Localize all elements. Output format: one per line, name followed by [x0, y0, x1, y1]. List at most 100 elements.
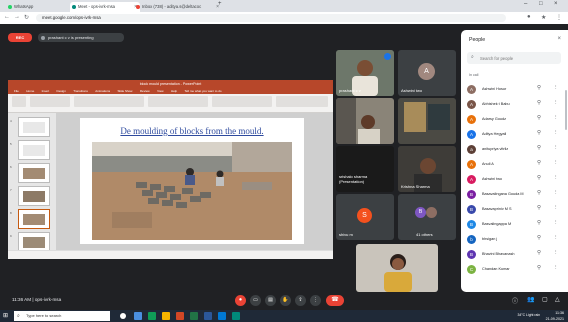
more-options-icon[interactable]: ⋮	[553, 175, 559, 181]
activities-icon[interactable]: △	[555, 296, 560, 303]
mic-off-icon[interactable]: ⚲	[537, 220, 541, 226]
word-icon[interactable]	[204, 312, 212, 320]
video-tile[interactable]	[336, 98, 394, 144]
list-item[interactable]: A Abhishek t Babu ⚲ ⋮	[467, 97, 567, 112]
present-button[interactable]: ⇪	[295, 295, 306, 306]
mic-off-icon[interactable]: ⚲	[537, 190, 541, 196]
more-options-icon[interactable]: ⋮	[553, 160, 559, 166]
list-item[interactable]: B Basavapriniv M S ⚲ ⋮	[467, 202, 567, 217]
mic-toggle-button[interactable]: ⏺	[235, 295, 246, 306]
chat-icon[interactable]: ▢	[542, 296, 548, 303]
more-options-icon[interactable]: ⋮	[553, 250, 559, 256]
mic-off-icon[interactable]: ⚲	[537, 100, 541, 106]
mic-off-icon[interactable]: ⚲	[537, 145, 541, 151]
list-item[interactable]: C Chandan Kumar ⚲ ⋮	[467, 262, 567, 277]
new-tab-button[interactable]: +	[218, 1, 222, 7]
slide-thumbnail[interactable]	[18, 163, 50, 183]
more-options-icon[interactable]: ⋮	[553, 190, 559, 196]
menu-dots-icon[interactable]: ⋮	[556, 14, 562, 21]
video-tile[interactable]: A Ashwini two	[398, 50, 456, 96]
forward-icon[interactable]: →	[14, 14, 20, 20]
ppt-menu-item: View	[157, 89, 164, 93]
mic-off-icon[interactable]: ⚲	[537, 205, 541, 211]
slide-thumbnail[interactable]	[18, 117, 50, 137]
powerpoint-icon[interactable]	[176, 312, 184, 320]
taskbar-search[interactable]: ⌕ Type here to search	[14, 311, 110, 321]
task-view-icon[interactable]	[134, 312, 142, 320]
more-options-icon[interactable]: ⋮	[553, 220, 559, 226]
more-options-button[interactable]: ⋮	[310, 295, 321, 306]
chrome-icon[interactable]	[148, 312, 156, 320]
mic-off-icon[interactable]: ⚲	[537, 250, 541, 256]
more-options-icon[interactable]: ⋮	[553, 130, 559, 136]
slide-thumbnail[interactable]	[18, 232, 50, 252]
close-window-icon[interactable]: ×	[554, 1, 558, 7]
slide-thumbnail[interactable]	[18, 186, 50, 206]
mic-off-icon[interactable]: ⚲	[537, 115, 541, 121]
excel-icon[interactable]	[190, 312, 198, 320]
slide-thumbnail[interactable]	[18, 140, 50, 160]
mic-off-icon[interactable]: ⚲	[537, 175, 541, 181]
mic-off-icon[interactable]: ⚲	[537, 130, 541, 136]
reload-icon[interactable]: ↻	[24, 14, 29, 21]
list-item[interactable]: B Bhavini Bhavanash ⚲ ⋮	[467, 247, 567, 262]
list-item[interactable]: B Basvalingappa M ⚲ ⋮	[467, 217, 567, 232]
video-tile[interactable]: Krishna Sharma	[398, 146, 456, 192]
extensions-icon[interactable]: ★	[541, 14, 546, 21]
presenting-indicator[interactable]: prashant c v is presenting	[38, 33, 124, 42]
cortana-icon[interactable]	[120, 313, 126, 319]
mic-off-icon[interactable]: ⚲	[537, 160, 541, 166]
more-options-icon[interactable]: ⋮	[553, 265, 559, 271]
windows-start-icon[interactable]: ⊞	[3, 312, 11, 320]
browser-tab-meet[interactable]: Meet - ops-ivrk-msa ×	[70, 2, 140, 12]
pin-icon[interactable]	[384, 53, 391, 60]
list-item[interactable]: B Basavalingana Gouda M ⚲ ⋮	[467, 187, 567, 202]
self-video-tile[interactable]	[356, 244, 438, 292]
edge-icon[interactable]	[218, 312, 226, 320]
back-icon[interactable]: ←	[4, 14, 10, 20]
slide-thumbnail-selected[interactable]	[18, 209, 50, 229]
mic-off-icon[interactable]: ⚲	[537, 265, 541, 271]
camera-icon[interactable]: ●	[527, 14, 531, 20]
weather-status[interactable]: 34°C Light rain	[518, 313, 540, 317]
minimize-icon[interactable]: –	[524, 1, 527, 7]
video-tile[interactable]: S shivu m	[336, 194, 394, 240]
more-options-icon[interactable]: ⋮	[553, 205, 559, 211]
list-item[interactable]: A Aditya Hegyall ⚲ ⋮	[467, 127, 567, 142]
search-icon: ⌕	[17, 313, 20, 319]
search-input[interactable]	[480, 54, 558, 62]
url-field[interactable]: meet.google.com/ops-ivrk-msa	[36, 14, 506, 22]
video-tile[interactable]: prashant c v	[336, 50, 394, 96]
mic-off-icon[interactable]: ⚲	[537, 235, 541, 241]
more-options-icon[interactable]: ⋮	[553, 115, 559, 121]
close-icon[interactable]: ×	[557, 36, 561, 42]
end-call-button[interactable]: ☎	[326, 295, 344, 306]
maximize-icon[interactable]: □	[539, 1, 543, 7]
more-options-icon[interactable]: ⋮	[553, 85, 559, 91]
person-name: Ashwini two	[482, 177, 503, 181]
video-tile[interactable]	[398, 98, 456, 144]
list-item[interactable]: a anitupriya vitrilz ⚲ ⋮	[467, 142, 567, 157]
list-item[interactable]: A Ashwini two ⚲ ⋮	[467, 172, 567, 187]
browser-tab-whatsapp[interactable]: WhatsApp ×	[6, 2, 76, 12]
people-icon[interactable]: 👥	[527, 296, 534, 303]
list-item[interactable]: A Adarsy Goudz ⚲ ⋮	[467, 112, 567, 127]
browser-tab-inbox[interactable]: Inbox (738) - aditya.s@deltacoc ×	[134, 2, 222, 12]
mic-off-icon[interactable]: ⚲	[537, 85, 541, 91]
info-icon[interactable]: ⓘ	[512, 296, 518, 305]
captions-button[interactable]: ▤	[265, 295, 276, 306]
video-tile[interactable]: B 41 others	[398, 194, 456, 240]
more-options-icon[interactable]: ⋮	[553, 100, 559, 106]
more-options-icon[interactable]: ⋮	[553, 235, 559, 241]
list-item[interactable]: A Ashwini Hosur ⚲ ⋮	[467, 82, 567, 97]
system-clock[interactable]: 11:36 21-09-2021	[546, 310, 564, 322]
list-item[interactable]: b bhsigan j ⚲ ⋮	[467, 232, 567, 247]
camera-toggle-button[interactable]: ▭	[250, 295, 261, 306]
raise-hand-button[interactable]: ✋	[280, 295, 291, 306]
meet-icon[interactable]	[232, 312, 240, 320]
list-item[interactable]: A Anuli A ⚲ ⋮	[467, 157, 567, 172]
scrollbar[interactable]	[565, 90, 567, 130]
video-tile[interactable]: srishalo sharma (Presentation)	[336, 146, 394, 192]
more-options-icon[interactable]: ⋮	[553, 145, 559, 151]
file-explorer-icon[interactable]	[162, 312, 170, 320]
